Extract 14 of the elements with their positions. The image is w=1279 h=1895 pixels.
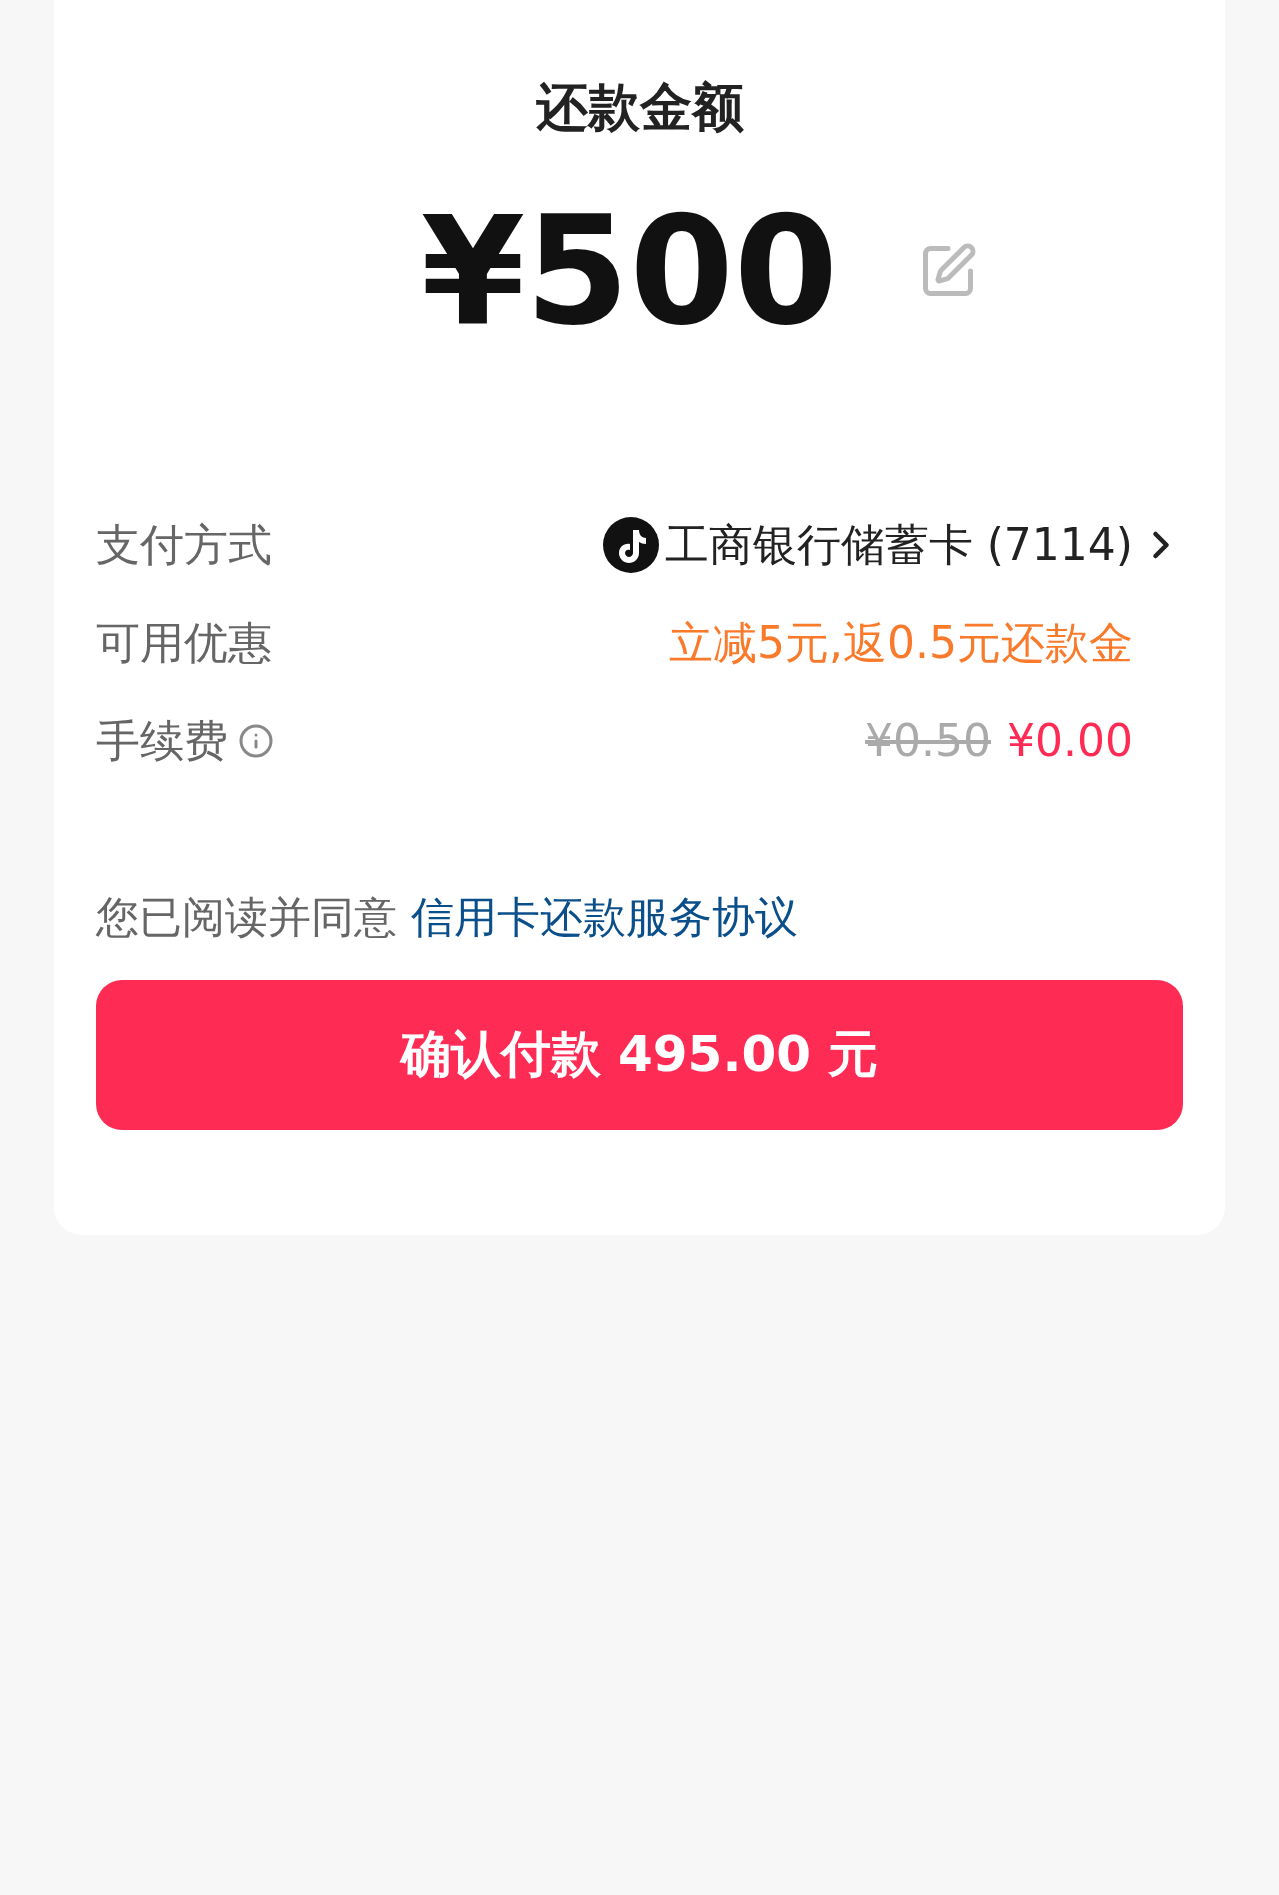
original-fee: ¥0.50: [865, 714, 992, 768]
agreement-text: 您已阅读并同意 信用卡还款服务协议: [96, 891, 799, 944]
row-label: 手续费: [96, 714, 228, 768]
fee-amount: ¥0.00: [1007, 714, 1133, 768]
page-title: 还款金额: [535, 76, 744, 139]
row-label: 支付方式: [96, 518, 272, 572]
agreement-link[interactable]: 信用卡还款服务协议: [410, 892, 798, 942]
note-logo-icon: [602, 517, 659, 573]
payment-method[interactable]: 工商银行储蓄卡 (7114): [664, 512, 1133, 578]
row-label: 可用优惠: [96, 616, 272, 670]
info-icon[interactable]: [238, 723, 274, 759]
amount: ¥500: [420, 196, 839, 346]
confirm-payment-button[interactable]: 确认付款 495.00 元: [96, 979, 1183, 1130]
discount-text: 立减5元,返0.5元还款金: [669, 616, 1133, 670]
